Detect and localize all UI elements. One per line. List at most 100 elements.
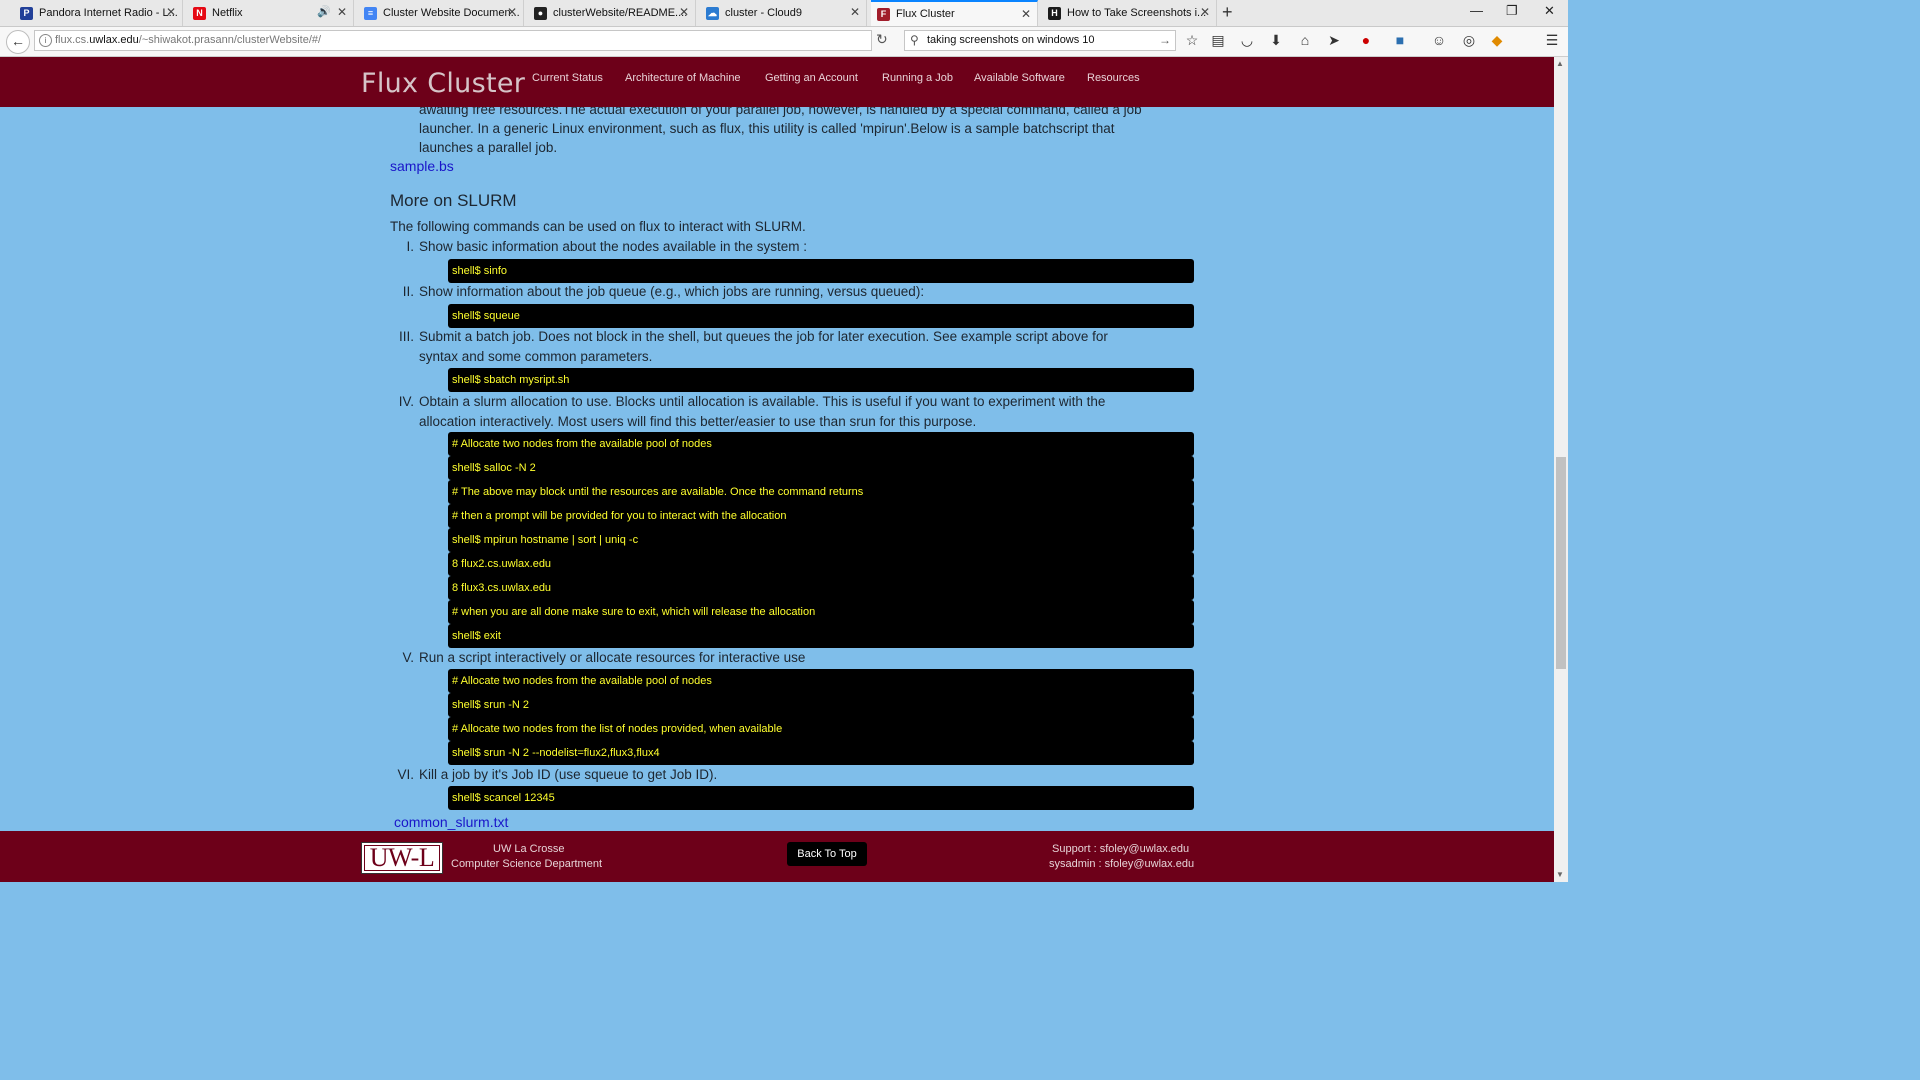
browser-tab[interactable]: ☁ cluster - Cloud9 ✕ <box>700 0 867 26</box>
url-prefix: flux.cs. <box>55 34 90 46</box>
nav-resources[interactable]: Resources <box>1087 72 1140 84</box>
netflix-icon: N <box>193 6 206 20</box>
tab-label: How to Take Screenshots i... <box>1067 7 1207 19</box>
intro-paragraph: awaiting free resources.The actual execu… <box>419 107 1199 157</box>
close-tab-icon[interactable]: ✕ <box>850 5 860 19</box>
back-to-top-button[interactable]: Back To Top <box>787 842 867 866</box>
main-content: awaiting free resources.The actual execu… <box>0 107 1554 831</box>
code-line: # Allocate two nodes from the available … <box>448 432 1194 456</box>
uwl-logo[interactable]: UW-L <box>361 842 443 874</box>
tab-label: Pandora Internet Radio - L... <box>39 7 178 19</box>
send-tab-icon[interactable]: ➤ <box>1325 32 1343 49</box>
menu-hamburger-icon[interactable]: ☰ <box>1543 32 1561 49</box>
code-line: # The above may block until the resource… <box>448 480 1194 504</box>
code-block: shell$ squeue <box>448 304 1194 328</box>
intro-line: launches a parallel job. <box>419 140 558 155</box>
slurm-heading: More on SLURM <box>390 191 517 210</box>
list-number: I. <box>406 239 414 254</box>
code-block: shell$ sinfo <box>448 259 1194 283</box>
pandora-icon: P <box>20 6 33 20</box>
close-tab-icon[interactable]: ✕ <box>1021 7 1031 21</box>
footer-support[interactable]: Support : sfoley@uwlax.edu <box>1052 843 1189 855</box>
site-brand[interactable]: Flux Cluster <box>361 68 525 99</box>
list-text: Show information about the job queue (e.… <box>419 284 925 299</box>
site-header: Flux Cluster Current Status Architecture… <box>0 57 1554 107</box>
site-info-icon[interactable]: i <box>39 34 52 47</box>
close-tab-icon[interactable]: ✕ <box>679 5 689 19</box>
pocket-icon[interactable]: ◡ <box>1238 32 1256 49</box>
scroll-up-icon[interactable]: ▲ <box>1556 59 1564 68</box>
code-line: shell$ mpirun hostname | sort | uniq -c <box>448 528 1194 552</box>
browser-tab[interactable]: P Pandora Internet Radio - L... ✕ <box>14 0 183 26</box>
common-slurm-link[interactable]: common_slurm.txt <box>394 814 508 830</box>
scrollbar-thumb[interactable] <box>1556 457 1566 669</box>
list-text: Submit a batch job. Does not block in th… <box>419 327 1179 367</box>
code-line: 8 flux3.cs.uwlax.edu <box>448 576 1194 600</box>
tab-audio-icon[interactable]: 🔊 <box>317 5 331 18</box>
list-text-line: syntax and some common parameters. <box>419 349 653 364</box>
code-line: # Allocate two nodes from the list of no… <box>448 717 1194 741</box>
new-tab-button[interactable]: + <box>1222 2 1233 23</box>
search-input[interactable]: taking screenshots on windows 10 <box>927 34 1095 46</box>
browser-tab[interactable]: H How to Take Screenshots i... ✕ <box>1042 0 1217 26</box>
close-tab-icon[interactable]: ✕ <box>337 5 347 19</box>
emoji-extension-icon[interactable]: ☺ <box>1430 32 1448 48</box>
extension-qj-icon[interactable]: ■ <box>1391 32 1409 48</box>
address-bar[interactable]: i flux.cs.uwlax.edu/~shiwakot.prasann/cl… <box>34 30 872 51</box>
downloads-icon[interactable]: ⬇ <box>1267 32 1285 49</box>
htg-icon: H <box>1048 6 1061 20</box>
list-text: Obtain a slurm allocation to use. Blocks… <box>419 392 1179 432</box>
nav-current-status[interactable]: Current Status <box>532 72 603 84</box>
code-block: shell$ scancel 12345 <box>448 786 1194 810</box>
search-box[interactable]: ⚲ taking screenshots on windows 10 → <box>904 30 1176 51</box>
footer-sysadmin[interactable]: sysadmin : sfoley@uwlax.edu <box>1049 858 1194 870</box>
browser-tab[interactable]: ≡ Cluster Website Documen... ✕ <box>358 0 524 26</box>
browser-tab[interactable]: N Netflix ✕ 🔊 <box>187 0 354 26</box>
extension-honey-icon[interactable]: ◆ <box>1488 32 1506 49</box>
back-button[interactable]: ← <box>6 30 30 54</box>
extension-icon[interactable]: ◎ <box>1460 32 1478 49</box>
code-line: # Allocate two nodes from the available … <box>448 669 1194 693</box>
code-block: shell$ sbatch mysript.sh <box>448 368 1194 392</box>
list-text: Run a script interactively or allocate r… <box>419 650 806 665</box>
home-icon[interactable]: ⌂ <box>1296 32 1314 48</box>
reading-list-icon[interactable]: ▤ <box>1209 32 1227 49</box>
code-line: # when you are all done make sure to exi… <box>448 600 1194 624</box>
search-go-icon[interactable]: → <box>1159 31 1171 50</box>
list-number: II. <box>402 284 414 299</box>
bookmark-star-icon[interactable]: ☆ <box>1183 32 1201 49</box>
nav-getting-account[interactable]: Getting an Account <box>765 72 858 84</box>
nav-available-software[interactable]: Available Software <box>974 72 1065 84</box>
code-line: shell$ srun -N 2 --nodelist=flux2,flux3,… <box>448 741 1194 765</box>
close-tab-icon[interactable]: ✕ <box>166 5 176 19</box>
cloud9-icon: ☁ <box>706 6 719 20</box>
scroll-down-icon[interactable]: ▼ <box>1556 870 1564 879</box>
sample-bs-link[interactable]: sample.bs <box>390 158 454 174</box>
close-tab-icon[interactable]: ✕ <box>1200 5 1210 19</box>
tab-label: clusterWebsite/README.... <box>553 7 688 19</box>
code-line: shell$ exit <box>448 624 1194 648</box>
intro-line: launcher. In a generic Linux environment… <box>419 121 1115 136</box>
url-path: /~shiwakot.prasann/clusterWebsite/#/ <box>138 34 322 46</box>
close-tab-icon[interactable]: ✕ <box>507 5 517 19</box>
adblock-icon[interactable]: ● <box>1357 32 1375 48</box>
minimize-icon[interactable]: — <box>1470 3 1483 18</box>
list-text-line: Submit a batch job. Does not block in th… <box>419 329 1108 344</box>
nav-running-job[interactable]: Running a Job <box>882 72 953 84</box>
url-host: uwlax.edu <box>89 34 139 46</box>
slurm-lead: The following commands can be used on fl… <box>390 219 806 234</box>
github-icon: ● <box>534 6 547 20</box>
code-line: 8 flux2.cs.uwlax.edu <box>448 552 1194 576</box>
list-number: III. <box>398 329 414 344</box>
nav-architecture[interactable]: Architecture of Machine <box>625 72 741 84</box>
tab-label: Cluster Website Documen... <box>383 7 520 19</box>
reload-icon[interactable]: ↻ <box>876 31 888 48</box>
browser-tab[interactable]: F Flux Cluster ✕ <box>871 0 1038 26</box>
code-line: shell$ srun -N 2 <box>448 693 1194 717</box>
site-footer: UW-L UW La Crosse Computer Science Depar… <box>0 831 1554 882</box>
restore-icon[interactable]: ❐ <box>1506 3 1518 19</box>
browser-tab-strip: + — ❐ ✕ P Pandora Internet Radio - L... ✕ N… <box>0 0 1568 27</box>
close-window-icon[interactable]: ✕ <box>1544 3 1555 19</box>
list-text-line: Obtain a slurm allocation to use. Blocks… <box>419 394 1106 409</box>
browser-tab[interactable]: ● clusterWebsite/README.... ✕ <box>528 0 696 26</box>
